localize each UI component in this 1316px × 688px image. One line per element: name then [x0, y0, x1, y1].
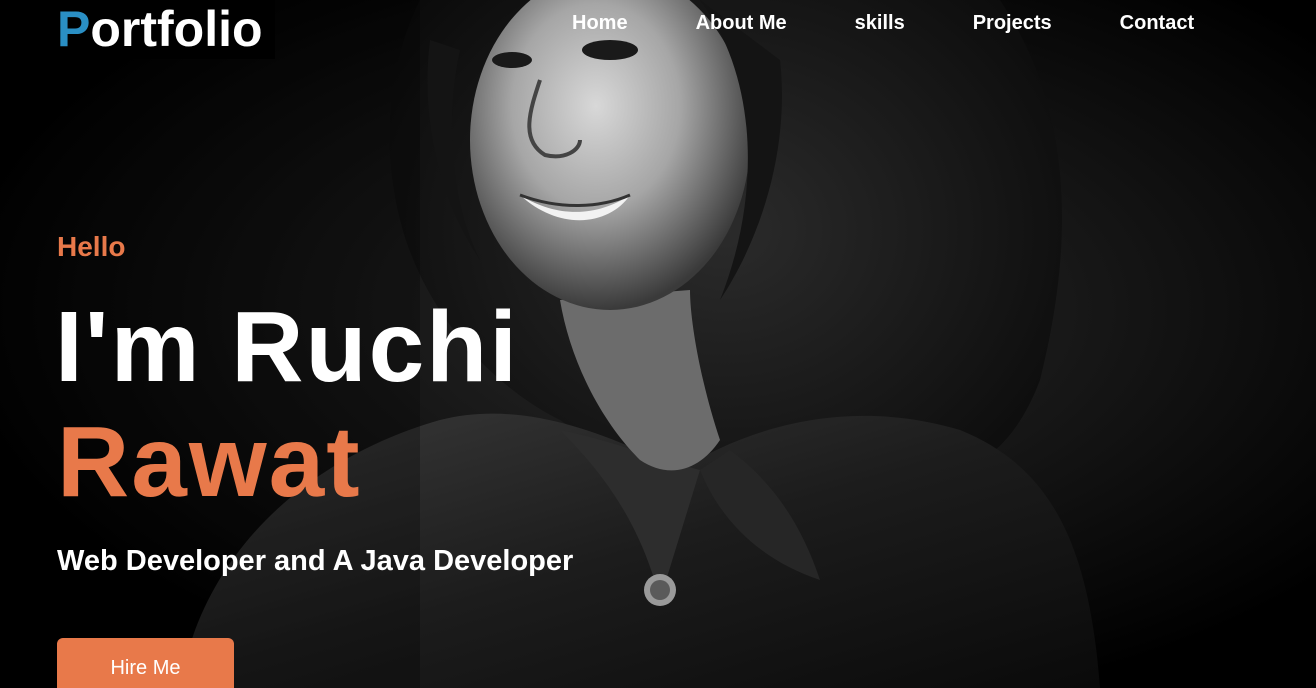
- hero-name-first: I'm Ruchi: [55, 291, 520, 403]
- hero-name-last: Rawat: [57, 406, 362, 518]
- nav-link-skills[interactable]: skills: [855, 10, 905, 36]
- hire-me-button[interactable]: Hire Me: [57, 638, 234, 688]
- logo-text: ortfolio: [90, 1, 263, 57]
- nav-link-contact[interactable]: Contact: [1120, 10, 1194, 36]
- site-logo[interactable]: Portfolio: [57, 0, 275, 59]
- hero-tagline: Web Developer and A Java Developer: [57, 545, 574, 577]
- navbar: Portfolio Home About Me skills Projects …: [0, 0, 1316, 59]
- nav-link-projects[interactable]: Projects: [973, 10, 1052, 36]
- logo-initial: P: [57, 1, 91, 57]
- nav-link-about-me[interactable]: About Me: [696, 10, 787, 36]
- hero-greeting: Hello: [57, 231, 126, 262]
- nav-link-home[interactable]: Home: [572, 10, 628, 36]
- nav-links: Home About Me skills Projects Contact: [572, 10, 1194, 36]
